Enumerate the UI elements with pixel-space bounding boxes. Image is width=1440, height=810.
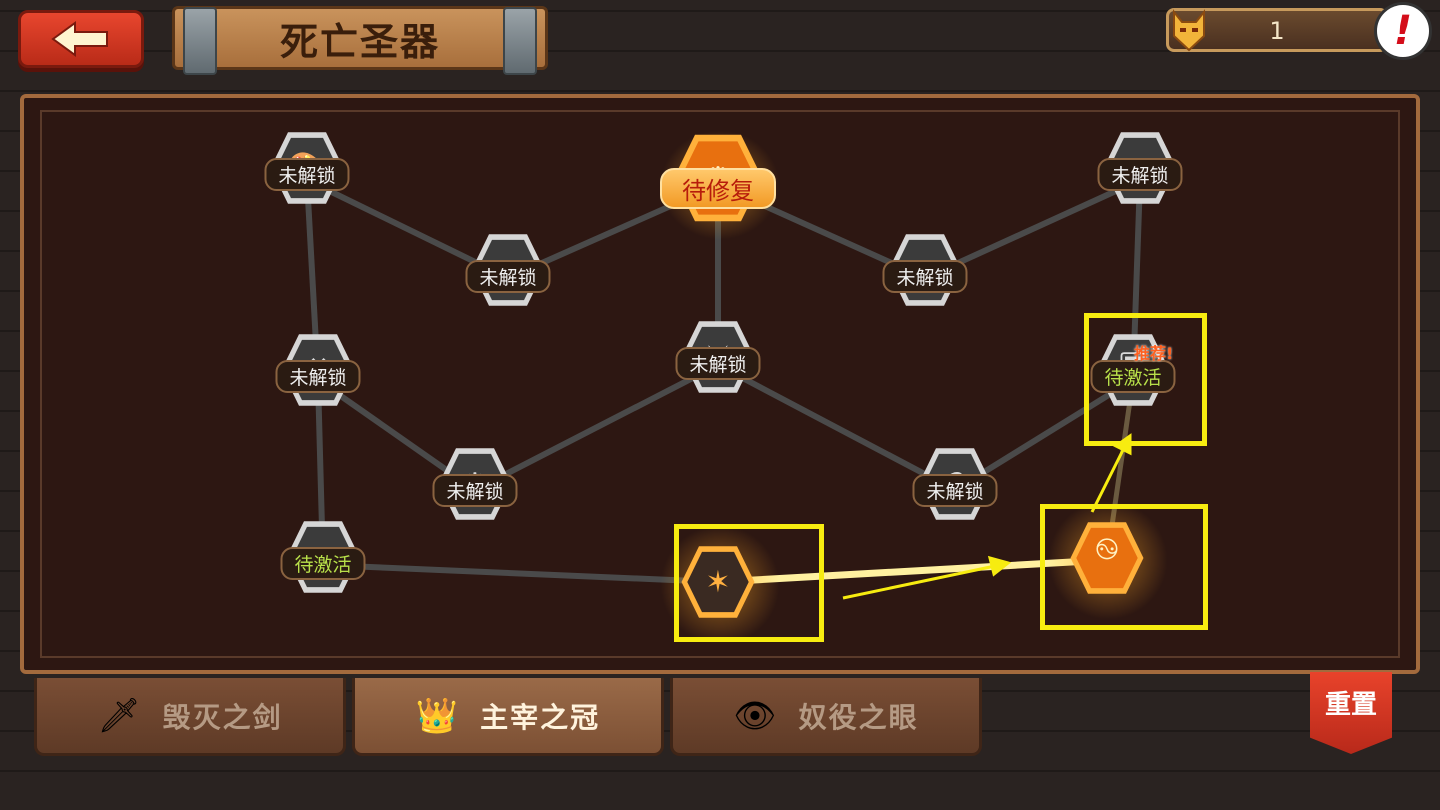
tab-label: 奴役之眼 xyxy=(798,700,919,734)
reset-label: 重置 xyxy=(1324,690,1377,720)
artifact-node-castle[interactable]: ▥ 未解锁 xyxy=(1097,130,1183,206)
link xyxy=(322,562,719,585)
node-status-label: 未解锁 xyxy=(432,474,518,507)
node-status-label: 待激活 xyxy=(280,547,366,580)
tab-label: 毁灭之剑 xyxy=(162,700,283,734)
node-status-label: 未解锁 xyxy=(912,474,998,507)
eye-icon: 👁 xyxy=(733,695,777,736)
artifact-node-anvil[interactable]: ⚒ 未解锁 xyxy=(275,332,361,408)
node-status-label: 未解锁 xyxy=(675,347,761,380)
tab-eye[interactable]: 👁 奴役之眼 xyxy=(670,678,982,756)
highlight-box xyxy=(674,524,824,642)
crown-icon: 👑 xyxy=(415,695,459,736)
node-status-label: 未解锁 xyxy=(275,360,361,393)
artifact-node-serpent[interactable]: ஐ 待激活 xyxy=(280,519,366,595)
node-status-label: 未解锁 xyxy=(882,260,968,293)
tab-sword[interactable]: 🗡 毁灭之剑 xyxy=(34,678,346,756)
tab-label: 主宰之冠 xyxy=(480,700,601,734)
reset-button[interactable]: 重置 xyxy=(1310,672,1392,754)
highlight-box xyxy=(1084,313,1207,446)
node-status-label: 未解锁 xyxy=(264,158,350,191)
artifact-node-potion[interactable]: ⚗ 未解锁 xyxy=(912,446,998,522)
sword-icon: 🗡 xyxy=(97,695,141,736)
artifact-node-gem[interactable]: ◈ 未解锁 xyxy=(882,232,968,308)
node-status-label: 未解锁 xyxy=(465,260,551,293)
artifact-node-crown[interactable]: ♛ 待修复 xyxy=(660,132,776,224)
tab-crown[interactable]: 👑 主宰之冠 xyxy=(352,678,664,756)
node-status-label: 未解锁 xyxy=(1097,158,1183,191)
artifact-node-gears[interactable]: ⚙ 未解锁 xyxy=(432,446,518,522)
node-status-label: 待修复 xyxy=(660,168,776,209)
hint-arrowhead xyxy=(987,555,1012,577)
artifact-node-sword-shield[interactable]: ⚔ 未解锁 xyxy=(675,319,761,395)
artifact-node-scroll[interactable]: ✒ 未解锁 xyxy=(465,232,551,308)
artifact-node-palette[interactable]: 🎨 未解锁 xyxy=(264,130,350,206)
highlight-box xyxy=(1040,504,1208,630)
